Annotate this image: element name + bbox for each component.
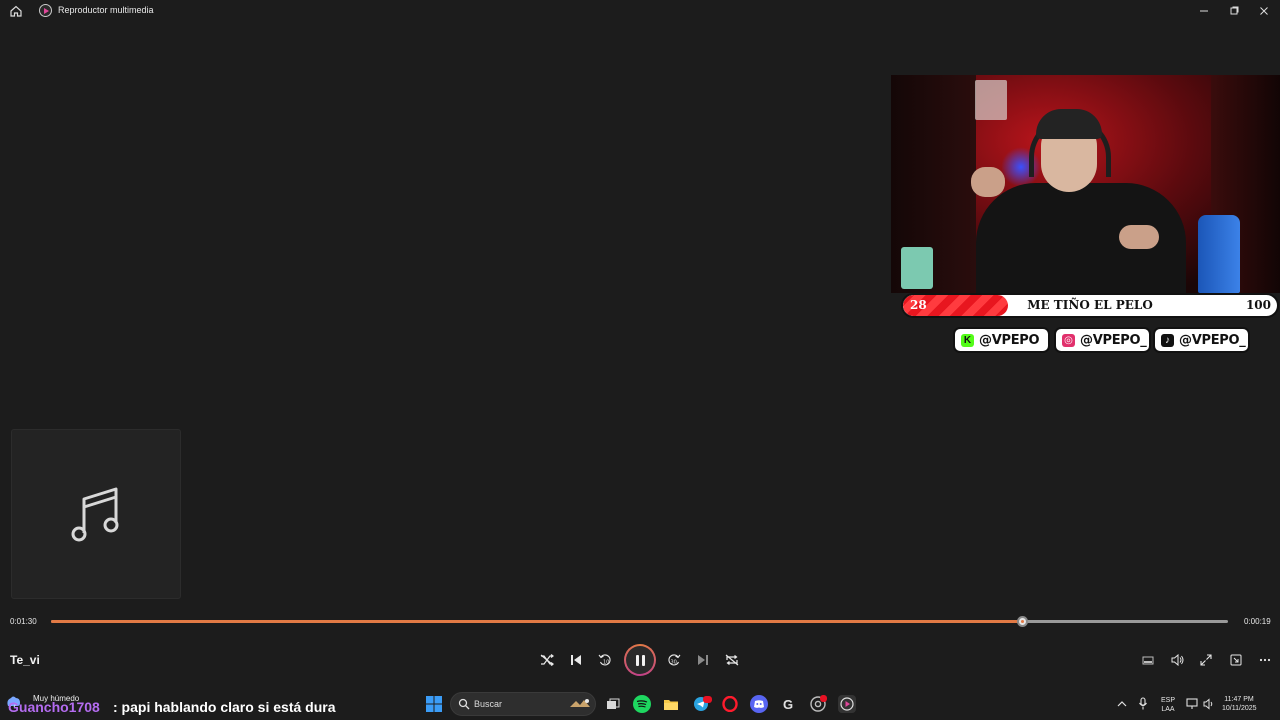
chat-message: : papi hablando claro si está dura xyxy=(113,699,336,715)
layout-code: LAA xyxy=(1161,706,1175,713)
title-bar: Reproductor multimedia xyxy=(0,0,1280,22)
previous-icon[interactable] xyxy=(566,650,586,670)
next-icon[interactable] xyxy=(693,650,713,670)
language-code: ESP xyxy=(1160,697,1175,704)
spotify-icon[interactable] xyxy=(633,695,651,713)
social-handle: @VPEPO xyxy=(979,332,1040,348)
album-art xyxy=(11,429,181,599)
forward-30-icon[interactable]: 30 xyxy=(664,650,684,670)
fullscreen-icon[interactable] xyxy=(1196,650,1216,670)
video-hand-right xyxy=(1119,225,1159,249)
minimize-icon[interactable] xyxy=(1196,3,1212,19)
search-highlight-icon xyxy=(567,695,593,713)
chat-username: Guancho1708 xyxy=(8,699,100,715)
opera-icon[interactable] xyxy=(721,695,739,713)
svg-text:30: 30 xyxy=(671,660,677,666)
keyboard-language[interactable]: ESP LAA xyxy=(1158,696,1178,714)
goal-target: 100 xyxy=(1245,298,1271,312)
instagram-icon: ◎ xyxy=(1062,333,1075,347)
chevron-up-icon[interactable] xyxy=(1113,695,1131,713)
pause-button[interactable] xyxy=(624,644,656,676)
seek-progress xyxy=(51,620,1023,623)
seek-thumb[interactable] xyxy=(1017,616,1029,627)
seek-bar[interactable] xyxy=(51,616,1228,627)
video-hand-left xyxy=(971,167,1005,197)
maximize-icon[interactable] xyxy=(1226,3,1242,19)
media-player-icon xyxy=(39,4,52,17)
clock-date: 10/11/2025 xyxy=(1222,705,1257,712)
remaining-time: 0:00:19 xyxy=(1244,617,1271,626)
miniplayer-icon[interactable] xyxy=(1138,650,1158,670)
search-placeholder: Buscar xyxy=(474,699,503,709)
tiktok-icon: ♪ xyxy=(1161,333,1174,347)
file-explorer-icon[interactable] xyxy=(662,695,680,713)
window-title: Reproductor multimedia xyxy=(58,5,154,15)
music-note-icon xyxy=(71,487,119,542)
goal-bar: 28 ME TIÑO EL PELO 100 xyxy=(901,293,1279,318)
video-lamp xyxy=(975,80,1007,120)
repeat-off-icon[interactable] xyxy=(722,650,742,670)
chrome-badge xyxy=(820,695,827,702)
volume-icon[interactable] xyxy=(1167,650,1187,670)
pause-icon xyxy=(626,646,654,674)
more-icon[interactable] xyxy=(1255,650,1275,670)
clock-time: 11:47 PM xyxy=(1224,696,1254,703)
task-view-icon[interactable] xyxy=(604,695,622,713)
media-player-taskbar-icon[interactable] xyxy=(838,695,856,713)
svg-text:10: 10 xyxy=(603,660,609,666)
microphone-icon[interactable] xyxy=(1134,695,1152,713)
video-frame xyxy=(891,75,1280,293)
track-title[interactable]: Te_vi xyxy=(10,653,40,667)
close-icon[interactable] xyxy=(1256,3,1272,19)
telegram-badge xyxy=(703,696,712,703)
shuffle-icon[interactable] xyxy=(537,650,557,670)
elapsed-time: 0:01:30 xyxy=(10,617,37,626)
kick-icon: K xyxy=(961,333,974,347)
speaker-icon[interactable] xyxy=(1200,695,1218,713)
clock[interactable]: 11:47 PM 10/11/2025 xyxy=(1222,695,1257,713)
search-icon xyxy=(455,695,473,713)
video-cap xyxy=(1036,109,1102,139)
social-handle: @VPEPO_ xyxy=(1080,332,1147,348)
social-handle: @VPEPO_ xyxy=(1179,332,1246,348)
social-instagram: ◎ @VPEPO_ xyxy=(1054,327,1151,353)
windows-start-icon[interactable] xyxy=(425,695,443,713)
discord-icon[interactable] xyxy=(750,695,768,713)
rewind-10-icon[interactable]: 10 xyxy=(595,650,615,670)
cast-icon[interactable] xyxy=(1226,650,1246,670)
social-tiktok: ♪ @VPEPO_ xyxy=(1153,327,1250,353)
home-icon[interactable] xyxy=(9,4,23,18)
video-bottle xyxy=(1198,215,1240,293)
goal-label: ME TIÑO EL PELO xyxy=(1027,298,1153,312)
epic-games-icon[interactable]: G xyxy=(779,695,797,713)
social-kick: K @VPEPO xyxy=(953,327,1050,353)
video-box xyxy=(901,247,933,289)
